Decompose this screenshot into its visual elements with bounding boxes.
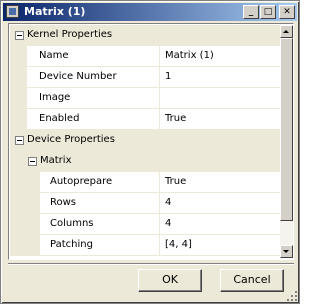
property-name: Autoprepare xyxy=(50,176,113,187)
property-row-rows[interactable]: Rows 4 xyxy=(10,193,280,214)
property-value-cell[interactable]: 4 xyxy=(159,214,280,235)
property-value[interactable]: [4, 4] xyxy=(165,239,192,250)
property-value-cell[interactable]: True xyxy=(159,172,280,193)
collapse-icon[interactable] xyxy=(28,157,37,166)
subcategory-matrix[interactable]: Matrix xyxy=(10,151,280,172)
ok-button[interactable]: OK xyxy=(138,269,202,292)
property-value[interactable]: 4 xyxy=(165,218,171,229)
property-name: Patching xyxy=(50,239,93,250)
property-value-cell[interactable]: True xyxy=(159,109,280,130)
category-label: Device Properties xyxy=(27,134,115,145)
property-row-autoprepare[interactable]: Autoprepare True xyxy=(10,172,280,193)
property-value-cell[interactable] xyxy=(159,88,280,109)
property-value[interactable]: Matrix (1) xyxy=(165,50,214,61)
category-kernel-properties[interactable]: Kernel Properties xyxy=(10,25,280,46)
scroll-down-icon[interactable] xyxy=(280,245,293,258)
property-name: Device Number xyxy=(39,71,117,82)
property-value[interactable]: True xyxy=(165,176,186,187)
app-icon xyxy=(6,5,19,18)
property-value-cell[interactable]: 4 xyxy=(159,193,280,214)
property-row-name[interactable]: Name Matrix (1) xyxy=(10,46,280,67)
property-row-device-number[interactable]: Device Number 1 xyxy=(10,67,280,88)
close-button[interactable]: ✕ xyxy=(279,5,295,19)
property-value-cell[interactable]: Matrix (1) xyxy=(159,46,280,67)
property-value-cell[interactable]: 1 xyxy=(159,67,280,88)
property-row-enabled[interactable]: Enabled True xyxy=(10,109,280,130)
window-title: Matrix (1) xyxy=(24,5,86,18)
scrollbar-thumb[interactable] xyxy=(280,38,293,221)
category-label: Kernel Properties xyxy=(27,29,113,40)
category-device-properties[interactable]: Device Properties xyxy=(10,130,280,151)
property-value[interactable]: 1 xyxy=(165,71,171,82)
resize-grip-icon[interactable] xyxy=(285,289,297,301)
property-rows: Kernel Properties Name Matrix (1) Device… xyxy=(10,25,280,256)
property-value[interactable]: 4 xyxy=(165,197,171,208)
property-name: Rows xyxy=(50,197,77,208)
property-row-columns[interactable]: Columns 4 xyxy=(10,214,280,235)
subcategory-label: Matrix xyxy=(40,155,72,166)
property-value-cell[interactable]: [4, 4] xyxy=(159,235,280,256)
cancel-button[interactable]: Cancel xyxy=(220,269,284,292)
property-name: Image xyxy=(39,92,71,103)
property-name: Columns xyxy=(50,218,94,229)
property-row-image[interactable]: Image xyxy=(10,88,280,109)
divider xyxy=(8,263,294,265)
vertical-scrollbar[interactable] xyxy=(280,25,293,258)
scroll-up-icon[interactable] xyxy=(280,25,293,38)
collapse-icon[interactable] xyxy=(15,31,24,40)
maximize-button[interactable]: □ xyxy=(260,5,276,19)
property-value[interactable]: True xyxy=(165,113,186,124)
property-name: Enabled xyxy=(39,113,80,124)
title-bar[interactable]: Matrix (1) _ □ ✕ xyxy=(3,3,297,21)
property-name: Name xyxy=(39,50,69,61)
minimize-button[interactable]: _ xyxy=(243,5,259,19)
collapse-icon[interactable] xyxy=(15,136,24,145)
property-grid[interactable]: Kernel Properties Name Matrix (1) Device… xyxy=(8,23,294,260)
dialog-window: Matrix (1) _ □ ✕ Kernel Properties Name … xyxy=(0,0,300,304)
property-row-patching[interactable]: Patching [4, 4] xyxy=(10,235,280,256)
